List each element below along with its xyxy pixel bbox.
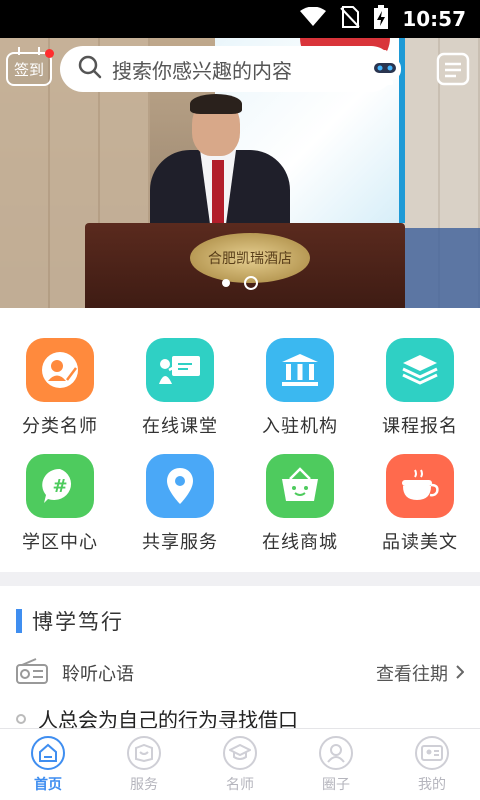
grid-label: 课程报名 xyxy=(382,416,458,437)
message-icon[interactable] xyxy=(436,50,470,86)
tab-circle[interactable]: 圈子 xyxy=(288,729,384,800)
status-bar: 10:57 xyxy=(0,0,480,38)
grid-label: 学区中心 xyxy=(22,532,98,553)
service-icon xyxy=(127,735,161,770)
profile-card-icon xyxy=(415,735,449,770)
graduation-cap-icon xyxy=(223,735,257,770)
grid-item-online-mall[interactable]: 在线商城 xyxy=(240,454,360,554)
section-title-text: 博学笃行 xyxy=(32,610,124,634)
search-bar[interactable]: 搜索你感兴趣的内容 xyxy=(60,46,394,92)
institution-icon xyxy=(266,338,334,402)
view-history-link[interactable]: 查看往期 xyxy=(376,660,465,686)
chevron-right-icon xyxy=(456,663,465,684)
tab-label: 名师 xyxy=(226,776,254,793)
tab-service[interactable]: 服务 xyxy=(96,729,192,800)
grid-item-shared-service[interactable]: 共享服务 xyxy=(120,454,240,554)
coffee-cup-icon xyxy=(386,454,454,518)
grid-label: 入驻机构 xyxy=(262,416,338,437)
carousel-dot[interactable] xyxy=(222,279,230,287)
study-section: 博学笃行 聆听心语 查看往期 人总会为自己的行为寻找借口 xyxy=(0,586,480,732)
notification-dot xyxy=(45,49,54,58)
grid-item-course-signup[interactable]: 课程报名 xyxy=(360,338,480,438)
carousel-dot-active[interactable] xyxy=(244,276,258,290)
bullet-icon xyxy=(16,713,26,724)
tab-label: 我的 xyxy=(418,776,446,793)
grid-item-institutions[interactable]: 入驻机构 xyxy=(240,338,360,438)
battery-charging-icon xyxy=(374,5,389,33)
no-sim-icon xyxy=(340,6,361,32)
tab-label: 首页 xyxy=(34,776,62,793)
classroom-icon xyxy=(146,338,214,402)
robot-assistant-icon[interactable] xyxy=(366,50,404,86)
tab-home[interactable]: 首页 xyxy=(0,729,96,800)
search-icon xyxy=(78,55,102,83)
grid-label: 共享服务 xyxy=(142,532,218,553)
shopping-basket-icon xyxy=(266,454,334,518)
grid-label: 品读美文 xyxy=(382,532,458,553)
course-signup-icon xyxy=(386,338,454,402)
status-time: 10:57 xyxy=(402,7,466,31)
checkin-button[interactable]: 签到 xyxy=(6,47,54,86)
school-district-icon: # xyxy=(26,454,94,518)
grid-label: 在线商城 xyxy=(262,532,338,553)
carousel-indicator xyxy=(0,276,480,290)
svg-text:#: # xyxy=(52,476,67,497)
home-icon xyxy=(31,735,65,770)
grid-label: 在线课堂 xyxy=(142,416,218,437)
feature-grid: 分类名师 在线课堂 入驻机构 课程报名 # 学区中心 共享服务 在线商城 品读美… xyxy=(0,308,480,572)
tab-mine[interactable]: 我的 xyxy=(384,729,480,800)
tab-teachers[interactable]: 名师 xyxy=(192,729,288,800)
grid-item-school-district[interactable]: # 学区中心 xyxy=(0,454,120,554)
tab-label: 服务 xyxy=(130,776,158,793)
grid-label: 分类名师 xyxy=(22,416,98,437)
grid-item-online-class[interactable]: 在线课堂 xyxy=(120,338,240,438)
section-accent-bar xyxy=(16,609,22,633)
search-placeholder: 搜索你感兴趣的内容 xyxy=(112,58,292,83)
location-pin-icon xyxy=(146,454,214,518)
bottom-tab-bar: 首页 服务 名师 圈子 我的 xyxy=(0,728,480,800)
radio-icon xyxy=(16,658,48,688)
grid-item-reading[interactable]: 品读美文 xyxy=(360,454,480,554)
checkin-label: 签到 xyxy=(13,60,44,79)
grid-item-teachers[interactable]: 分类名师 xyxy=(0,338,120,438)
wifi-icon xyxy=(300,6,327,31)
section-title: 博学笃行 xyxy=(16,606,124,636)
tab-label: 圈子 xyxy=(322,776,350,793)
community-icon xyxy=(319,735,353,770)
view-history-label: 查看往期 xyxy=(376,664,448,685)
listen-row: 聆听心语 查看往期 xyxy=(16,658,465,688)
teacher-icon xyxy=(26,338,94,402)
listen-label: 聆听心语 xyxy=(62,664,134,685)
